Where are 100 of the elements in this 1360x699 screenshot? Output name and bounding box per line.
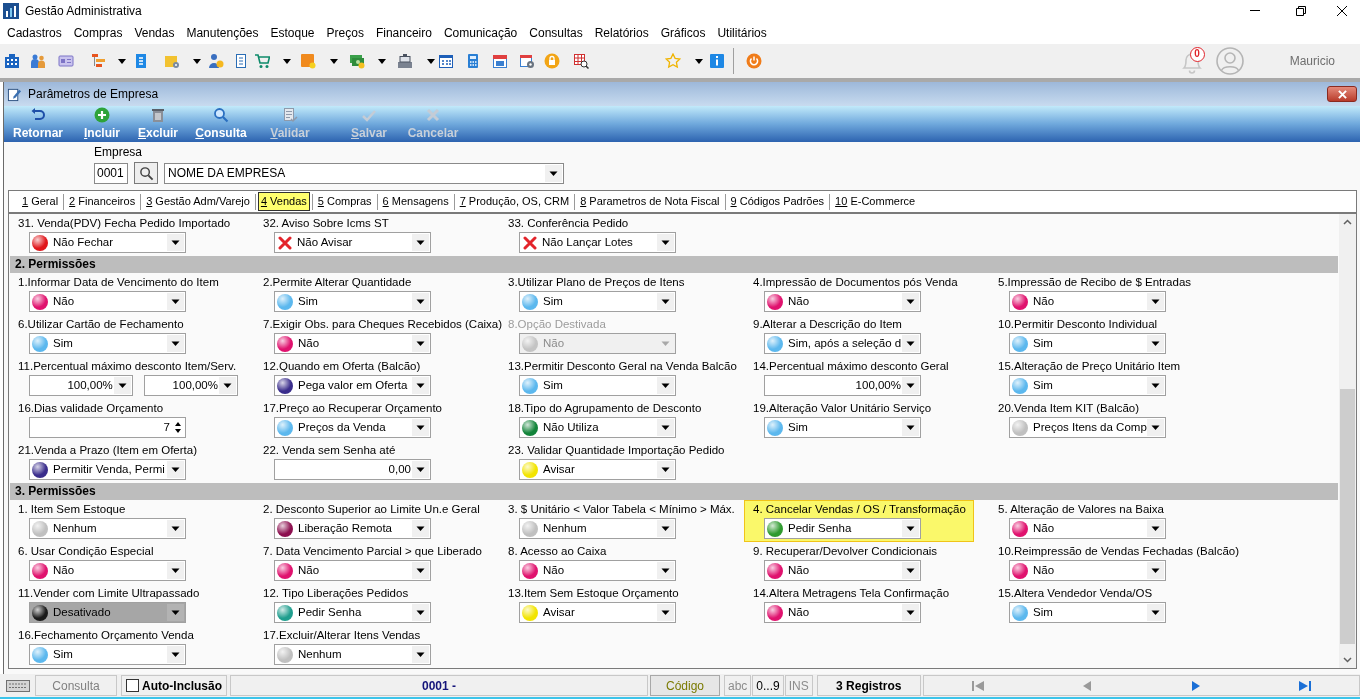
calendar-gear-icon[interactable] [519, 53, 535, 69]
caret-down-icon[interactable] [427, 58, 435, 64]
caret-down-icon[interactable] [283, 58, 291, 64]
tab[interactable]: 5 Compras [314, 192, 375, 211]
dropdown-field[interactable]: Não [1009, 560, 1166, 581]
person-coin-icon[interactable] [208, 53, 224, 69]
spin-field[interactable]: 7 [29, 417, 186, 438]
toolbar-button[interactable]: Incluir [74, 107, 130, 140]
keyboard-icon[interactable] [5, 679, 30, 692]
caret-down-icon[interactable] [113, 377, 131, 394]
dropdown-field[interactable]: Nenhum [29, 518, 186, 539]
caret-down-icon[interactable] [902, 520, 919, 537]
caret-down-icon[interactable] [657, 293, 674, 310]
dropdown-field[interactable]: Sim [519, 375, 676, 396]
caret-down-icon[interactable] [902, 419, 919, 436]
document-lines-icon[interactable] [233, 53, 249, 69]
caret-down-icon[interactable] [167, 335, 184, 352]
caret-down-icon[interactable] [330, 58, 338, 64]
dropdown-field[interactable]: Sim, após a seleção d [764, 333, 921, 354]
scrollbar-thumb[interactable] [1340, 389, 1355, 644]
dropdown-field[interactable]: Não Fechar [29, 232, 186, 253]
tab[interactable]: 3 Gestão Adm/Varejo [143, 192, 253, 211]
dropdown-field[interactable]: Permitir Venda, Permi [29, 459, 186, 480]
caret-down-icon[interactable] [412, 335, 429, 352]
caret-down-icon[interactable] [378, 58, 386, 64]
menu-item[interactable]: Cadastros [1, 23, 68, 42]
caret-down-icon[interactable] [902, 562, 919, 579]
dropdown-field[interactable]: Não Avisar [274, 232, 431, 253]
tab[interactable]: 7 Produção, OS, CRM [456, 192, 573, 211]
caret-down-icon[interactable] [219, 377, 236, 394]
org-chart-icon[interactable] [91, 53, 107, 69]
code-field[interactable]: 0001 [94, 162, 128, 184]
caret-down-icon[interactable] [1147, 377, 1164, 394]
caret-down-icon[interactable] [902, 293, 919, 310]
dropdown-field[interactable]: Não [764, 602, 921, 623]
dropdown-field[interactable]: Não [519, 560, 676, 581]
calendar-grid-icon[interactable] [438, 53, 454, 69]
caret-down-icon[interactable] [167, 562, 184, 579]
close-button[interactable] [1327, 86, 1357, 102]
dropdown-field[interactable]: Sim [274, 291, 431, 312]
caret-down-icon[interactable] [657, 520, 674, 537]
dropdown-field[interactable]: Liberação Remota [274, 518, 431, 539]
caret-down-icon[interactable] [193, 58, 201, 64]
tab[interactable]: 2 Financeiros [66, 192, 139, 211]
menu-item[interactable]: Manutenções [180, 23, 265, 42]
close-icon[interactable] [1337, 5, 1347, 16]
caret-down-icon[interactable] [167, 293, 184, 310]
caret-down-icon[interactable] [1147, 604, 1164, 621]
caret-down-icon[interactable] [657, 419, 674, 436]
search-icon[interactable] [213, 107, 229, 123]
restore-icon[interactable] [1296, 5, 1306, 16]
dropdown-field[interactable]: Sim [1009, 602, 1166, 623]
caret-down-icon[interactable] [412, 520, 429, 537]
dropdown-field[interactable]: Preços da Venda [274, 417, 431, 438]
menu-item[interactable]: Consultas [523, 23, 589, 42]
cart-icon[interactable] [254, 53, 270, 69]
dropdown-field[interactable]: Nenhum [274, 644, 431, 665]
caret-down-icon[interactable] [902, 335, 919, 352]
menu-item[interactable]: Estoque [264, 23, 321, 42]
dropdown-field[interactable]: Preços Itens da Comp [1009, 417, 1166, 438]
caret-down-icon[interactable] [412, 419, 429, 436]
number-field[interactable]: 100,00% [29, 375, 133, 396]
dropdown-field[interactable]: Pega valor em Oferta [274, 375, 431, 396]
box-gear-icon[interactable] [164, 53, 180, 69]
toolbar-button[interactable]: Excluir [130, 107, 186, 140]
menu-item[interactable]: Comunicação [437, 23, 524, 42]
caret-down-icon[interactable] [412, 377, 429, 394]
id-card-icon[interactable] [58, 53, 74, 69]
caret-down-icon[interactable] [412, 293, 429, 310]
caret-down-icon[interactable] [657, 604, 674, 621]
dropdown-field[interactable]: Sim [29, 644, 186, 665]
caret-down-icon[interactable] [412, 562, 429, 579]
dropdown-field[interactable]: Não [274, 560, 431, 581]
money-icon[interactable] [349, 53, 365, 69]
menu-item[interactable]: Vendas [128, 23, 181, 42]
dropdown-field[interactable]: Nenhum [519, 518, 676, 539]
dropdown-field[interactable]: Não [764, 291, 921, 312]
calculator-icon[interactable] [465, 53, 481, 69]
trash-icon[interactable] [150, 107, 166, 123]
power-icon[interactable] [746, 53, 762, 69]
dropdown-field[interactable]: Não [274, 333, 431, 354]
dropdown-field[interactable]: Não Lançar Lotes [519, 232, 676, 253]
undo-arrow-icon[interactable] [30, 107, 46, 123]
caret-down-icon[interactable] [412, 604, 429, 621]
number-field[interactable]: 0,00 [274, 459, 431, 480]
caret-down-icon[interactable] [1147, 520, 1164, 537]
menu-item[interactable]: Preços [320, 23, 370, 42]
document-icon[interactable] [133, 53, 149, 69]
calendar-icon[interactable] [492, 53, 508, 69]
skip-last-icon[interactable] [1297, 679, 1312, 692]
info-icon[interactable] [709, 53, 725, 69]
dropdown-field[interactable]: Pedir Senha [274, 602, 431, 623]
dropdown-field[interactable]: Não [29, 291, 186, 312]
checkbox[interactable] [126, 679, 139, 692]
cash-register-icon[interactable] [397, 53, 413, 69]
caret-down-icon[interactable] [1147, 419, 1164, 436]
menu-item[interactable]: Financeiro [369, 23, 438, 42]
dropdown-field[interactable]: Avisar [519, 602, 676, 623]
plus-circle-icon[interactable] [94, 107, 110, 123]
caret-down-icon[interactable] [412, 646, 429, 663]
